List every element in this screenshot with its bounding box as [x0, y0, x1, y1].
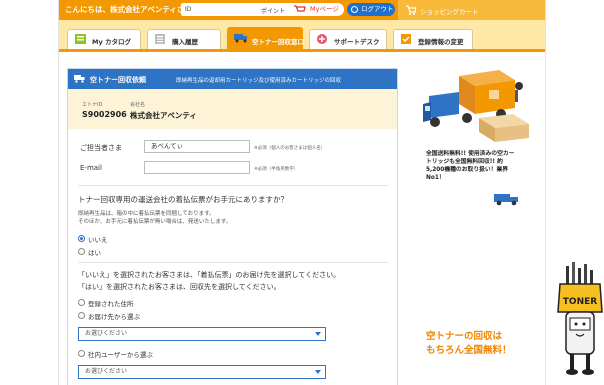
tab-my-catalog[interactable]: My カタログ [67, 29, 141, 49]
truck-icon [74, 75, 85, 83]
question-help-2: そのほか、お手元に着払伝票が無い場合は、発送いたします。 [78, 219, 232, 225]
truck-icon [494, 194, 518, 206]
email-label: E-mail [80, 164, 102, 172]
radio-delivery-address[interactable] [78, 312, 85, 319]
registration-icon [401, 34, 411, 44]
form-subtitle: 即納再生品の返却用カートリッジ及び使用済みカートリッジの回収 [176, 78, 342, 84]
delivery-address-select[interactable]: お選びください [78, 327, 326, 341]
caption-line-2: もちろん全国無料！ [426, 345, 512, 356]
instruction-no: 「いいえ」を選択されたお客さまは、「着払伝票」のお届け先を選択してください。 [78, 271, 341, 279]
tab-label: 購入履歴 [172, 38, 198, 46]
person-input[interactable]: あべんてぃ [144, 140, 250, 153]
main-tabs: My カタログ 購入履歴 空トナー回収窓口 サポートデスク 登録情報の変更 [59, 20, 545, 52]
shopping-cart-button[interactable]: ショッピングカート [398, 0, 545, 20]
company-value: 株式会社アベンティ [130, 111, 197, 120]
tab-registration-change[interactable]: 登録情報の変更 [393, 29, 473, 49]
form-header: 空トナー回収依頼 即納再生品の返却用カートリッジ及び使用済みカートリッジの回収 [68, 69, 397, 89]
person-label: ご担当者さま [80, 144, 122, 152]
customer-info: エトナID S9002906 会社名 株式会社アベンティ [68, 89, 397, 129]
instruction-yes: 「はい」を選択されたお客さまは、回収先を選択してください。 [78, 283, 281, 291]
mypage-button[interactable]: Myページ [290, 3, 344, 16]
cart-icon [406, 5, 416, 15]
internal-user-label: 社内ユーザーから選ぶ [88, 351, 153, 359]
select-value: お選びください [85, 368, 128, 375]
radio-internal-user[interactable] [78, 350, 85, 357]
person-note: ※必須（個人のお客さまは個人名） [254, 146, 326, 151]
cart-label: ショッピングカート [420, 8, 479, 16]
page: こんにちは、株式会社アベンティさま ID ポイント 2600pt Myページ ロ… [0, 0, 604, 385]
browser-frame: こんにちは、株式会社アベンティさま ID ポイント 2600pt Myページ ロ… [58, 0, 546, 385]
chevron-down-icon [315, 370, 321, 374]
greeting-text: こんにちは、株式会社アベンティさま [65, 5, 192, 14]
cart-icon [294, 5, 306, 12]
logout-button[interactable]: ログアウト [347, 3, 395, 16]
tab-label: My カタログ [92, 38, 131, 46]
promo-text: 全国送料無料!! 使用済みの空カートリッジも全国無料回収!! 約5,200機種の… [426, 151, 515, 181]
select-value: お選びください [85, 330, 128, 337]
tab-support-desk[interactable]: サポートデスク [309, 29, 387, 49]
power-icon [351, 6, 358, 13]
customer-id-value: S9002906 [82, 110, 127, 119]
radio-no-label: いいえ [88, 236, 108, 244]
logout-label: ログアウト [361, 5, 394, 13]
form-title: 空トナー回収依頼 [90, 76, 146, 84]
registered-address-label: 登録された住所 [88, 300, 134, 308]
points-label: ポイント [261, 8, 286, 15]
radio-yes-label: はい [88, 249, 101, 257]
delivery-address-label: お届け先から選ぶ [88, 313, 140, 321]
tab-label: サポートデスク [334, 38, 380, 46]
email-input[interactable] [144, 161, 250, 174]
radio-yes[interactable] [78, 248, 85, 255]
divider [78, 185, 388, 186]
chevron-down-icon [315, 332, 321, 336]
tab-label: 登録情報の変更 [418, 38, 464, 46]
history-icon [155, 34, 165, 44]
truck-icon [234, 34, 247, 43]
divider [78, 262, 388, 263]
promo-caption: 空トナーの回収は もちろん全国無料！ [426, 330, 552, 358]
question-waybill: トナー回収専用の運送会社の着払伝票がお手元にありますか？ [78, 195, 288, 204]
tab-toner-collection[interactable]: 空トナー回収窓口 [227, 27, 304, 49]
radio-no[interactable] [78, 235, 85, 242]
support-icon [317, 34, 327, 44]
toner-box-label: TONER [563, 297, 597, 307]
top-bar: こんにちは、株式会社アベンティさま ID ポイント 2600pt Myページ ロ… [59, 0, 545, 20]
customer-id-label: エトナID [82, 102, 103, 108]
caption-line-1: 空トナーの回収は [426, 331, 503, 342]
tab-purchase-history[interactable]: 購入履歴 [147, 29, 221, 49]
mypage-label: Myページ [310, 5, 339, 13]
id-label: ID [185, 6, 192, 13]
question-help-1: 即納再生品は、箱の中に着払伝票を同梱しております。 [78, 211, 215, 217]
delivery-truck-illustration [423, 70, 529, 142]
collection-request-form: 空トナー回収依頼 即納再生品の返却用カートリッジ及び使用済みカートリッジの回収 … [67, 68, 398, 385]
promo-banner[interactable]: 全国送料無料!! 使用済みの空カートリッジも全国無料回収!! 約5,200機種の… [420, 146, 524, 209]
internal-user-select[interactable]: お選びください [78, 365, 326, 379]
catalog-icon [75, 34, 86, 44]
company-label: 会社名 [130, 102, 146, 108]
tab-label: 空トナー回収窓口 [252, 38, 304, 46]
radio-registered-address[interactable] [78, 299, 85, 306]
email-note: ※必須（半角英数字） [254, 167, 299, 172]
toner-mascot-illustration: TONER [557, 262, 603, 375]
